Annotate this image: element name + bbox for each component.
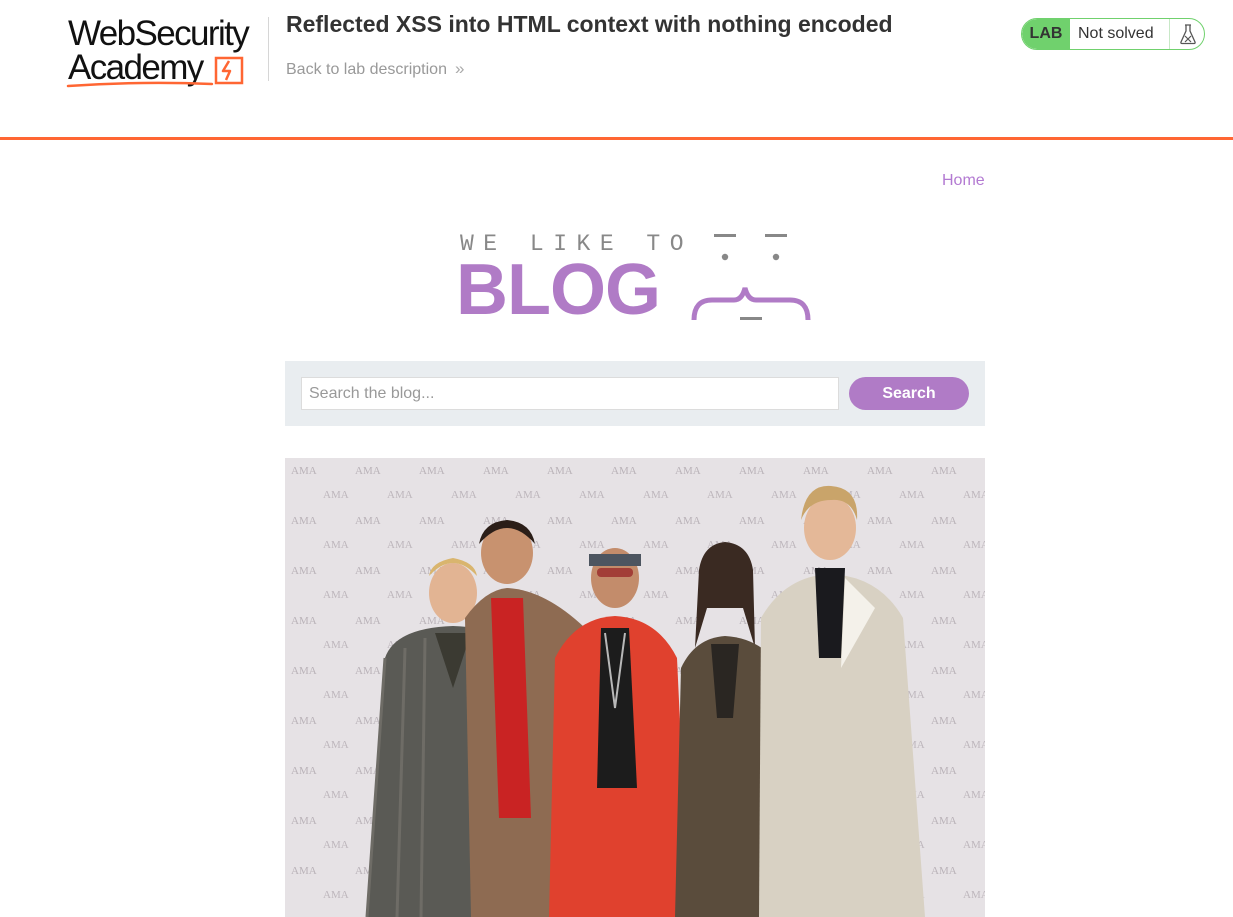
flask-icon [1169,19,1204,49]
header-accent-border [0,137,1233,140]
group-photo-image: AMA AMA [285,458,985,917]
header-divider [268,17,269,81]
web-security-academy-logo[interactable]: WebSecurity Academy [66,14,266,90]
lab-status-badge: LAB Not solved [1021,18,1205,50]
double-chevron-right-icon: » [454,59,465,78]
search-panel: Search [285,361,985,426]
lab-tag: LAB [1022,19,1070,49]
blog-face-icon [691,234,811,321]
blog-logo: WE LIKE TO BLOG [456,228,816,328]
blog-wordmark: BLOG [456,250,661,330]
back-to-lab-description-link[interactable]: Back to lab description » [286,59,465,79]
logo-line-1: WebSecurity [68,14,250,53]
search-input[interactable] [301,377,839,410]
academy-bolt-icon [214,56,244,85]
lab-status-text: Not solved [1078,25,1154,42]
home-link[interactable]: Home [942,172,985,190]
search-button[interactable]: Search [849,377,969,410]
back-link-label: Back to lab description [286,61,447,78]
logo-underline-icon [66,81,214,88]
lab-title: Reflected XSS into HTML context with not… [286,11,893,37]
post-image[interactable]: AMA AMA [285,458,985,917]
academy-header: WebSecurity Academy Reflected XSS into H… [0,0,1233,141]
